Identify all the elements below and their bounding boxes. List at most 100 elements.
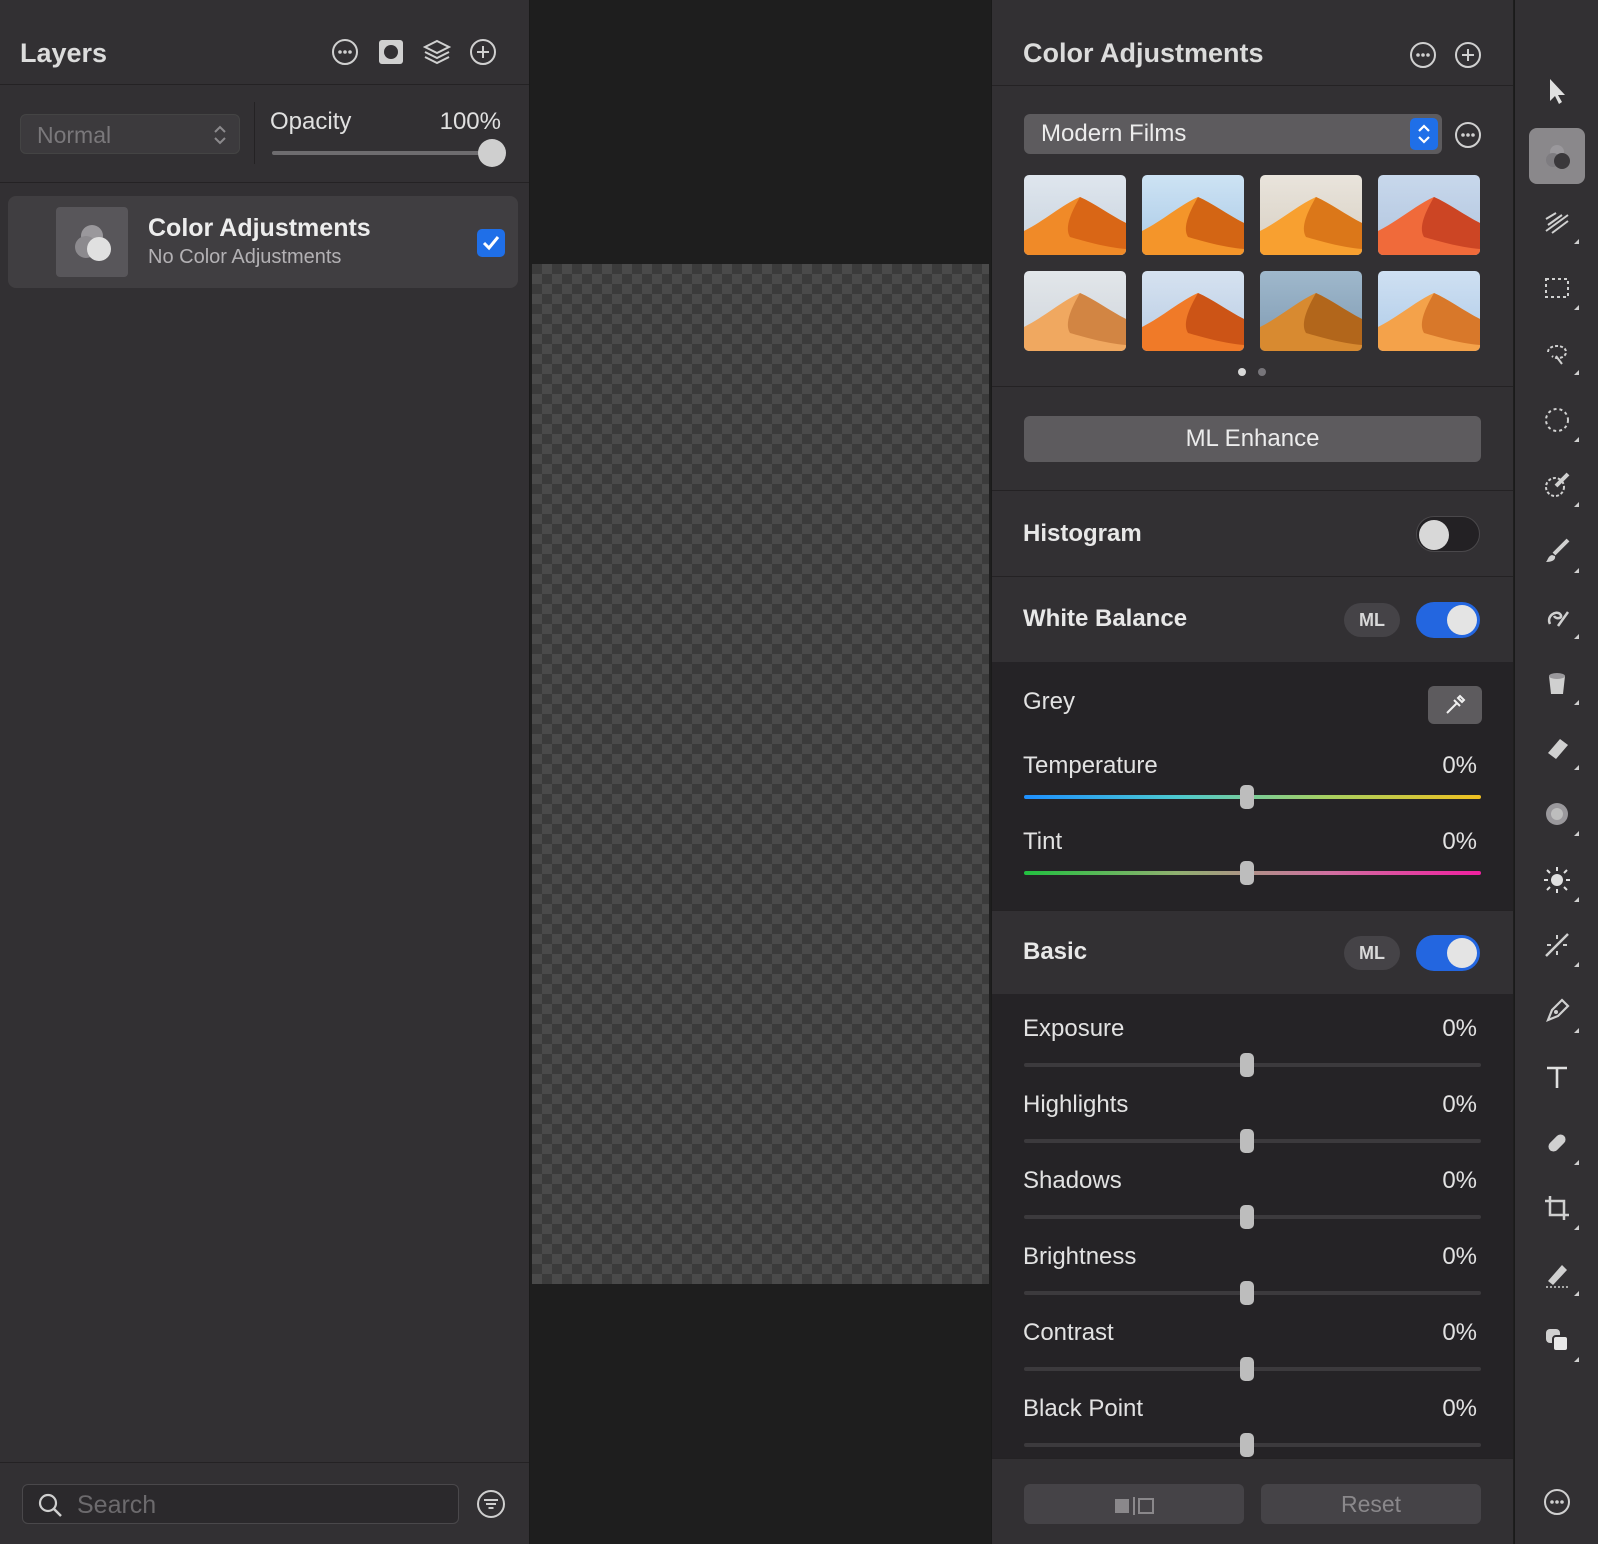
paint-bucket-tool[interactable] — [1529, 655, 1585, 711]
blend-mode-select[interactable]: Normal — [20, 114, 240, 154]
basic-toggle[interactable] — [1416, 935, 1480, 971]
divider — [0, 182, 529, 183]
bandage-icon — [1548, 1134, 1566, 1152]
text-tool[interactable] — [1529, 1049, 1585, 1105]
preset-thumbnail[interactable] — [1024, 271, 1126, 351]
tint-label: Tint — [1023, 828, 1063, 855]
preset-thumbnail[interactable] — [1142, 271, 1244, 351]
ml-enhance-button[interactable]: ML Enhance — [1024, 416, 1481, 462]
app-window: Layers Normal Opacity 100% Color Adjustm… — [0, 0, 1598, 1544]
opacity-value: 100% — [439, 108, 501, 135]
opacity-slider[interactable] — [272, 151, 500, 155]
preset-thumbnail[interactable] — [1260, 175, 1362, 255]
more-options-icon[interactable] — [331, 38, 359, 66]
layers-header-icons — [331, 38, 497, 66]
black-point-slider-handle[interactable] — [1240, 1433, 1254, 1457]
color-adjust-tool[interactable] — [1529, 128, 1585, 184]
filter-icon[interactable] — [476, 1489, 506, 1524]
contrast-slider-handle[interactable] — [1240, 1357, 1254, 1381]
tint-value: 0% — [1442, 828, 1477, 855]
layer-row[interactable]: Color Adjustments No Color Adjustments — [8, 196, 518, 288]
quick-select-tool[interactable] — [1529, 457, 1585, 513]
histogram-toggle[interactable] — [1416, 516, 1480, 552]
tools-strip — [1514, 0, 1598, 1544]
eraser-tool[interactable] — [1529, 720, 1585, 776]
page-indicator[interactable] — [1238, 368, 1266, 376]
light-tool[interactable] — [1529, 852, 1585, 908]
shadows-label: Shadows — [1023, 1167, 1122, 1194]
panel-title: Color Adjustments — [1023, 38, 1264, 68]
retouch-tool[interactable] — [1529, 917, 1585, 973]
brush-tool[interactable] — [1529, 523, 1585, 579]
shadows-value: 0% — [1442, 1167, 1477, 1194]
divider — [0, 1462, 529, 1463]
rect-select-tool[interactable] — [1529, 260, 1585, 316]
eyedropper-icon — [1446, 694, 1466, 714]
sample-tool[interactable] — [1529, 1246, 1585, 1302]
layer-stack-icon[interactable] — [423, 38, 451, 66]
lasso-icon — [1547, 345, 1568, 365]
more-tool[interactable] — [1529, 1474, 1585, 1530]
preset-select[interactable]: Modern Films — [1024, 114, 1442, 154]
contrast-label: Contrast — [1023, 1319, 1114, 1346]
preset-options-icon[interactable] — [1454, 121, 1482, 154]
opacity-slider-handle[interactable] — [478, 139, 506, 167]
layers-title: Layers — [20, 38, 108, 68]
reset-button[interactable]: Reset — [1261, 1484, 1481, 1524]
preset-thumbnail[interactable] — [1378, 175, 1480, 255]
shapes-tool[interactable] — [1529, 1312, 1585, 1368]
ellipse-select-tool[interactable] — [1529, 392, 1585, 448]
preset-thumbnails — [1024, 175, 1481, 351]
white-balance-ml-button[interactable]: ML — [1344, 603, 1400, 637]
preset-thumbnail[interactable] — [1378, 271, 1480, 351]
highlights-label: Highlights — [1023, 1091, 1129, 1118]
preset-thumbnail[interactable] — [1142, 175, 1244, 255]
crop-tool[interactable] — [1529, 1180, 1585, 1236]
exposure-label: Exposure — [1023, 1015, 1125, 1042]
ellipse-select-icon — [1545, 408, 1569, 432]
page-dot-active[interactable] — [1238, 368, 1246, 376]
basic-ml-button[interactable]: ML — [1344, 936, 1400, 970]
smudge-tool[interactable] — [1529, 589, 1585, 645]
arrow-tool[interactable] — [1529, 62, 1585, 118]
divider — [992, 1458, 1513, 1459]
shapes-icon — [1546, 1329, 1569, 1352]
preset-thumbnail[interactable] — [1024, 175, 1126, 255]
quick-select-icon — [1545, 472, 1570, 497]
layer-name: Color Adjustments — [148, 214, 371, 242]
effects-tool[interactable] — [1529, 194, 1585, 250]
compare-button[interactable] — [1024, 1484, 1244, 1524]
brush-icon — [1546, 538, 1570, 562]
white-balance-toggle[interactable] — [1416, 602, 1480, 638]
tint-slider-handle[interactable] — [1240, 861, 1254, 885]
document-canvas[interactable] — [532, 264, 989, 1284]
layer-search-field[interactable]: Search — [22, 1484, 459, 1524]
eyedropper-button[interactable] — [1428, 686, 1482, 724]
pen-tool[interactable] — [1529, 983, 1585, 1039]
crop-icon — [1545, 1196, 1569, 1220]
page-dot[interactable] — [1258, 368, 1266, 376]
add-layer-icon[interactable] — [469, 38, 497, 66]
noise-tool[interactable] — [1529, 786, 1585, 842]
layer-subtitle: No Color Adjustments — [148, 246, 342, 268]
split-view-icon — [1115, 1496, 1154, 1515]
exposure-slider-handle[interactable] — [1240, 1053, 1254, 1077]
more-options-icon[interactable] — [1409, 41, 1437, 74]
lasso-tool[interactable] — [1529, 325, 1585, 381]
brightness-slider-handle[interactable] — [1240, 1281, 1254, 1305]
shadows-slider-handle[interactable] — [1240, 1205, 1254, 1229]
layer-visibility-checkbox[interactable] — [477, 229, 505, 257]
temperature-slider-handle[interactable] — [1240, 785, 1254, 809]
mask-icon[interactable] — [377, 38, 405, 66]
preset-value: Modern Films — [1041, 120, 1187, 147]
add-icon[interactable] — [1454, 41, 1482, 74]
highlights-slider-handle[interactable] — [1240, 1129, 1254, 1153]
chevron-updown-icon — [214, 125, 226, 145]
panel-header-icons — [1409, 41, 1482, 74]
smudge-icon — [1547, 611, 1570, 627]
divider — [992, 576, 1513, 577]
preset-thumbnail[interactable] — [1260, 271, 1362, 351]
color-adjust-icon — [1546, 145, 1570, 169]
more-icon — [1544, 1489, 1570, 1515]
bandage-tool[interactable] — [1529, 1115, 1585, 1171]
